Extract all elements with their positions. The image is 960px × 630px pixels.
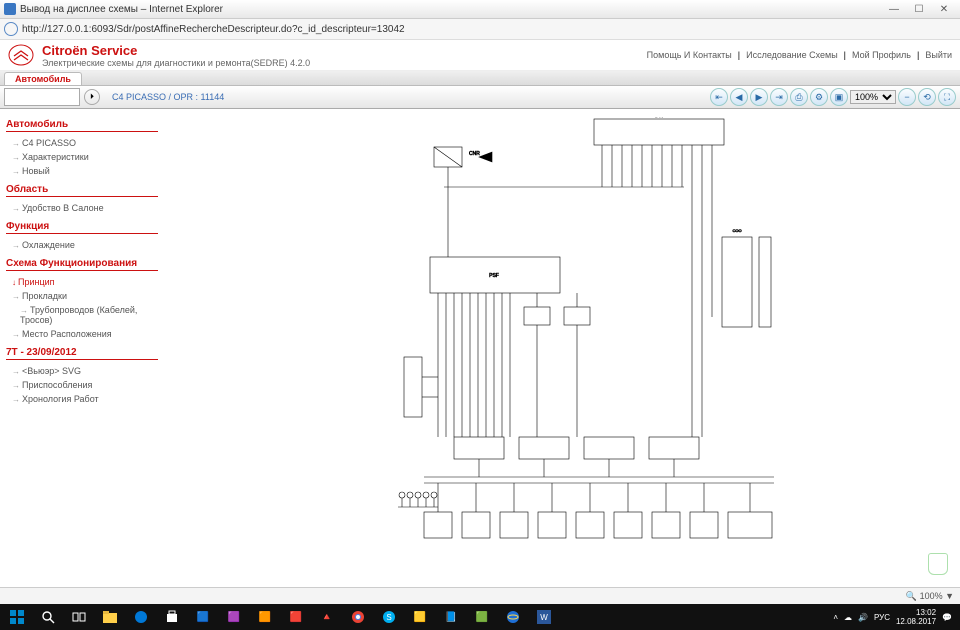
sidebar-item[interactable]: Удобство В Салоне <box>6 201 158 215</box>
app-icon[interactable]: 🔺 <box>312 605 342 629</box>
top-nav: Помощь И Контакты| Исследование Схемы| М… <box>647 50 952 60</box>
svg-text:S: S <box>386 613 391 622</box>
ie-status-bar: 🔍 100% ▼ <box>0 587 960 604</box>
maximize-button[interactable]: ☐ <box>907 1 931 17</box>
svg-text:COO: COO <box>732 228 741 233</box>
print-button[interactable]: ⎙ <box>790 88 808 106</box>
sidebar-item[interactable]: Трубопроводов (Кабелей, Тросов) <box>6 303 158 327</box>
windows-taskbar: 🟦 🟪 🟧 🟥 🔺 S 🟨 📘 🟩 W ˄ ☁ 🔊 РУС 13:0212.08… <box>0 604 960 630</box>
brand-subtitle: Электрические схемы для диагностики и ре… <box>42 58 310 68</box>
sidebar-item[interactable]: Новый <box>6 164 158 178</box>
nav-last-button[interactable]: ⇥ <box>770 88 788 106</box>
explorer-icon[interactable] <box>95 605 125 629</box>
svg-text:PSF: PSF <box>489 273 499 279</box>
sidebar-item[interactable]: Приспособления <box>6 378 158 392</box>
app-icon[interactable]: 🟦 <box>188 605 218 629</box>
side-head-scheme: Схема Функционирования <box>6 258 158 271</box>
wiring-diagram: BVI CNR PSF COO <box>384 117 804 557</box>
search-icon[interactable] <box>33 605 63 629</box>
tray-volume-icon[interactable]: 🔊 <box>858 613 868 622</box>
sidebar-item-active[interactable]: Принцип <box>6 275 158 289</box>
app-icon[interactable]: 🟥 <box>281 605 311 629</box>
side-head-area: Область <box>6 184 158 197</box>
store-icon[interactable] <box>157 605 187 629</box>
close-button[interactable]: ✕ <box>932 1 956 17</box>
sidebar-item[interactable]: Характеристики <box>6 150 158 164</box>
nav-next-button[interactable]: ▶ <box>750 88 768 106</box>
app-icon[interactable]: 🟧 <box>250 605 280 629</box>
brand-header: Citroën Service Электрические схемы для … <box>0 40 960 71</box>
zoom-select[interactable]: 100% <box>850 90 896 104</box>
side-head-func: Функция <box>6 221 158 234</box>
app-icon[interactable]: 🟩 <box>467 605 497 629</box>
nav-research[interactable]: Исследование Схемы <box>746 50 838 60</box>
nav-first-button[interactable]: ⇤ <box>710 88 728 106</box>
url-field[interactable]: http://127.0.0.1:6093/Sdr/postAffineRech… <box>22 24 956 35</box>
security-shield-icon <box>928 553 948 575</box>
chrome-icon[interactable] <box>343 605 373 629</box>
edge-icon[interactable] <box>126 605 156 629</box>
nav-help[interactable]: Помощь И Контакты <box>647 50 732 60</box>
fullscreen-button[interactable]: ⛶ <box>938 88 956 106</box>
tray-lang[interactable]: РУС <box>874 613 890 622</box>
app-icon[interactable]: 📘 <box>436 605 466 629</box>
tab-automobile[interactable]: Автомобиль <box>4 72 82 85</box>
app-icon[interactable]: 🟪 <box>219 605 249 629</box>
side-head-date: 7T - 23/09/2012 <box>6 347 158 360</box>
tray-notifications-icon[interactable]: 💬 <box>942 613 952 622</box>
nav-logout[interactable]: Выйти <box>925 50 952 60</box>
sidebar-item[interactable]: <Вьюэр> SVG <box>6 364 158 378</box>
start-button[interactable] <box>2 605 32 629</box>
sidebar-item[interactable]: Хронология Работ <box>6 392 158 406</box>
zoom-out-button[interactable]: − <box>898 88 916 106</box>
svg-text:BVI: BVI <box>655 117 663 119</box>
sidebar-item[interactable]: Прокладки <box>6 289 158 303</box>
brand-title: Citroën Service <box>42 43 310 58</box>
svg-text:W: W <box>540 613 548 622</box>
sidebar: Автомобиль C4 PICASSO Характеристики Нов… <box>0 109 164 587</box>
tray-clock[interactable]: 13:0212.08.2017 <box>896 608 936 626</box>
app-icon[interactable]: 🟨 <box>405 605 435 629</box>
breadcrumb: C4 PICASSO / OPR : 11144 <box>112 92 224 102</box>
nav-profile[interactable]: Мой Профиль <box>852 50 911 60</box>
svg-text:CNR: CNR <box>469 151 480 157</box>
window-title: Вывод на дисплее схемы – Internet Explor… <box>20 4 878 15</box>
word-icon[interactable]: W <box>529 605 559 629</box>
taskview-icon[interactable] <box>64 605 94 629</box>
ie-icon[interactable] <box>498 605 528 629</box>
zoom-fit-button[interactable]: ▣ <box>830 88 848 106</box>
tray-chevron-icon[interactable]: ˄ <box>833 613 838 622</box>
globe-icon <box>4 22 18 36</box>
go-button[interactable]: ⏵ <box>84 89 100 105</box>
skype-icon[interactable]: S <box>374 605 404 629</box>
nav-prev-button[interactable]: ◀ <box>730 88 748 106</box>
sidebar-item[interactable]: Место Расположения <box>6 327 158 341</box>
diagram-canvas[interactable]: BVI CNR PSF COO <box>164 109 960 587</box>
side-head-auto: Автомобиль <box>6 119 158 132</box>
tray-onedrive-icon[interactable]: ☁ <box>844 613 852 622</box>
system-tray: ˄ ☁ 🔊 РУС 13:0212.08.2017 💬 <box>833 608 958 626</box>
ie-favicon <box>4 3 16 15</box>
citroen-logo <box>8 44 34 66</box>
sidebar-item[interactable]: C4 PICASSO <box>6 136 158 150</box>
zoom-reset-button[interactable]: ⟲ <box>918 88 936 106</box>
minimize-button[interactable]: — <box>882 1 906 17</box>
window-titlebar: Вывод на дисплее схемы – Internet Explor… <box>0 0 960 19</box>
toolbar: ⏵ C4 PICASSO / OPR : 11144 ⇤ ◀ ▶ ⇥ ⎙ ⚙ ▣… <box>0 86 960 109</box>
sidebar-item[interactable]: Охлаждение <box>6 238 158 252</box>
settings-button[interactable]: ⚙ <box>810 88 828 106</box>
tab-bar: Автомобиль <box>0 71 960 86</box>
address-bar: http://127.0.0.1:6093/Sdr/postAffineRech… <box>0 19 960 40</box>
search-input[interactable] <box>4 88 80 106</box>
